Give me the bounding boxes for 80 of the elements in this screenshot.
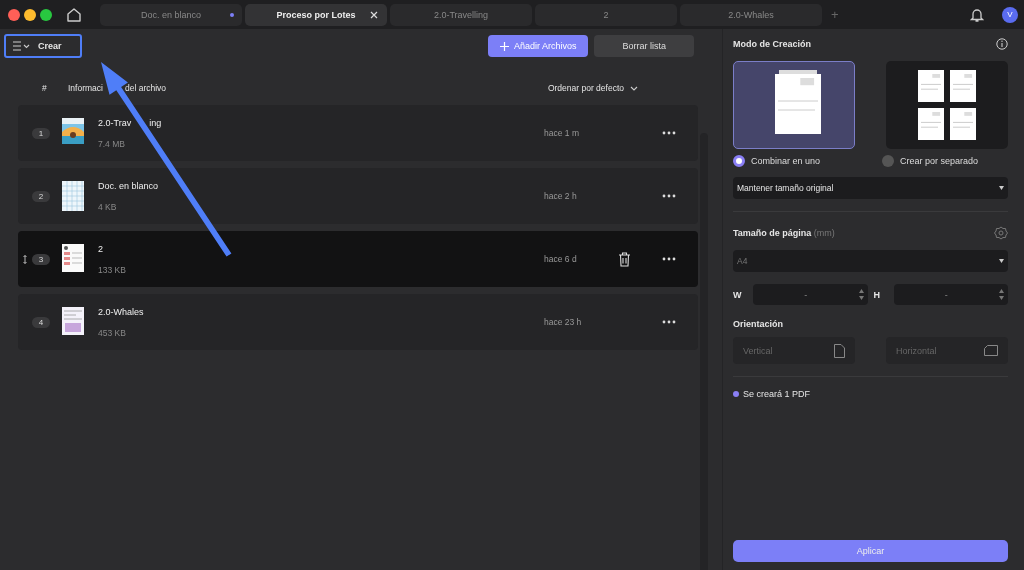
window-control-icon[interactable]	[8, 8, 20, 21]
file-size: 453 KB	[98, 327, 127, 338]
number-field[interactable]: -	[893, 284, 1008, 305]
mode-card[interactable]	[733, 61, 855, 149]
drag-handle-icon[interactable]	[23, 254, 27, 264]
info-icon[interactable]	[996, 38, 1008, 50]
file-size: 4 KB	[98, 201, 118, 212]
menu-icon	[12, 41, 30, 51]
file-row[interactable]: 2 Doc. en blanco 4 KB hace 2 h	[18, 168, 698, 224]
more-icon[interactable]	[662, 320, 676, 324]
create-menu-button[interactable]: Crear	[4, 34, 82, 58]
radio-icon[interactable]	[733, 155, 745, 167]
home-icon[interactable]	[66, 6, 82, 23]
section-title: Orientación	[733, 319, 784, 329]
more-icon[interactable]	[662, 194, 676, 198]
apply-button[interactable]: Aplicar	[733, 540, 1008, 562]
status-dot-icon	[733, 391, 739, 397]
mode-card[interactable]	[886, 61, 1008, 149]
tab[interactable]: 2.0-Travelling	[390, 3, 532, 26]
stepper-icon[interactable]	[999, 289, 1004, 300]
gear-icon[interactable]	[994, 226, 1008, 240]
number-field[interactable]: -	[753, 284, 868, 305]
stepper-icon[interactable]	[858, 289, 864, 300]
dropdown[interactable]: Mantener tamaño original	[733, 177, 1008, 199]
sort-dropdown[interactable]: Ordenar por defecto	[547, 83, 638, 93]
section-title: Tamaño de página (mm)	[733, 228, 835, 238]
document-thumbnail	[62, 244, 84, 274]
caret-icon	[999, 259, 1004, 263]
clear-list-button[interactable]: Borrar lista	[594, 35, 694, 57]
dropdown[interactable]: A4	[733, 250, 1008, 272]
file-row[interactable]: 4 2.0-Whales 453 KB hace 23 h	[18, 294, 698, 350]
row-number: 1	[32, 127, 50, 139]
file-row[interactable]: 3 2 133 KB hace 6 d	[18, 231, 698, 287]
file-size: 133 KB	[98, 264, 127, 275]
row-number: 3	[32, 253, 50, 265]
tab[interactable]: 2.0-Whales	[680, 3, 822, 26]
column-header: Informaci	[68, 83, 103, 93]
field-label: W	[733, 289, 743, 300]
file-time: hace 1 m	[544, 128, 580, 138]
radio-option[interactable]: Combinar en uno	[733, 155, 859, 167]
tab[interactable]: Doc. en blanco	[100, 3, 242, 26]
field-label: H	[873, 289, 881, 300]
new-tab-button[interactable]: +	[831, 7, 839, 22]
trash-icon[interactable]	[617, 251, 631, 267]
radio-icon[interactable]	[882, 155, 894, 167]
column-header: del archivo	[124, 83, 167, 93]
document-thumbnail	[62, 307, 84, 337]
caret-icon	[999, 186, 1004, 190]
page-icon	[984, 345, 998, 356]
row-number: 2	[32, 190, 50, 202]
window-control-icon[interactable]	[24, 8, 36, 21]
close-icon[interactable]	[370, 10, 378, 19]
document-thumbnail	[62, 181, 84, 211]
tab[interactable]: Proceso por Lotes	[245, 3, 387, 26]
file-row[interactable]: 1 2.0-Trav ing 7.4 MB hace 1 m	[18, 105, 698, 161]
chevron-down-icon	[630, 85, 638, 91]
window-control-icon[interactable]	[40, 8, 52, 21]
section-title: Modo de Creación	[733, 39, 811, 49]
document-drawing	[918, 70, 976, 140]
file-name: Doc. en blanco	[98, 180, 159, 191]
file-size: 7.4 MB	[98, 138, 126, 149]
file-name: 2.0-Whales	[98, 306, 144, 317]
more-icon[interactable]	[662, 257, 676, 261]
file-name: 2	[98, 243, 103, 254]
file-name: 2.0-Trav	[98, 117, 132, 128]
avatar[interactable]: V	[1002, 6, 1018, 23]
status-text: Se creará 1 PDF	[743, 389, 811, 399]
bell-icon[interactable]	[970, 6, 984, 23]
file-time: hace 6 d	[544, 254, 578, 264]
column-header: #	[42, 83, 47, 93]
radio-option[interactable]: Crear por separado	[882, 155, 1008, 167]
file-time: hace 2 h	[544, 191, 578, 201]
file-time: hace 23 h	[544, 317, 583, 327]
plus-icon	[499, 41, 509, 51]
file-name: ing	[149, 117, 162, 128]
tab[interactable]: 2	[535, 3, 677, 26]
more-icon[interactable]	[662, 131, 676, 135]
add-files-button[interactable]: Añadir Archivos	[487, 35, 589, 57]
page-icon	[834, 343, 845, 358]
row-number: 4	[32, 316, 50, 328]
